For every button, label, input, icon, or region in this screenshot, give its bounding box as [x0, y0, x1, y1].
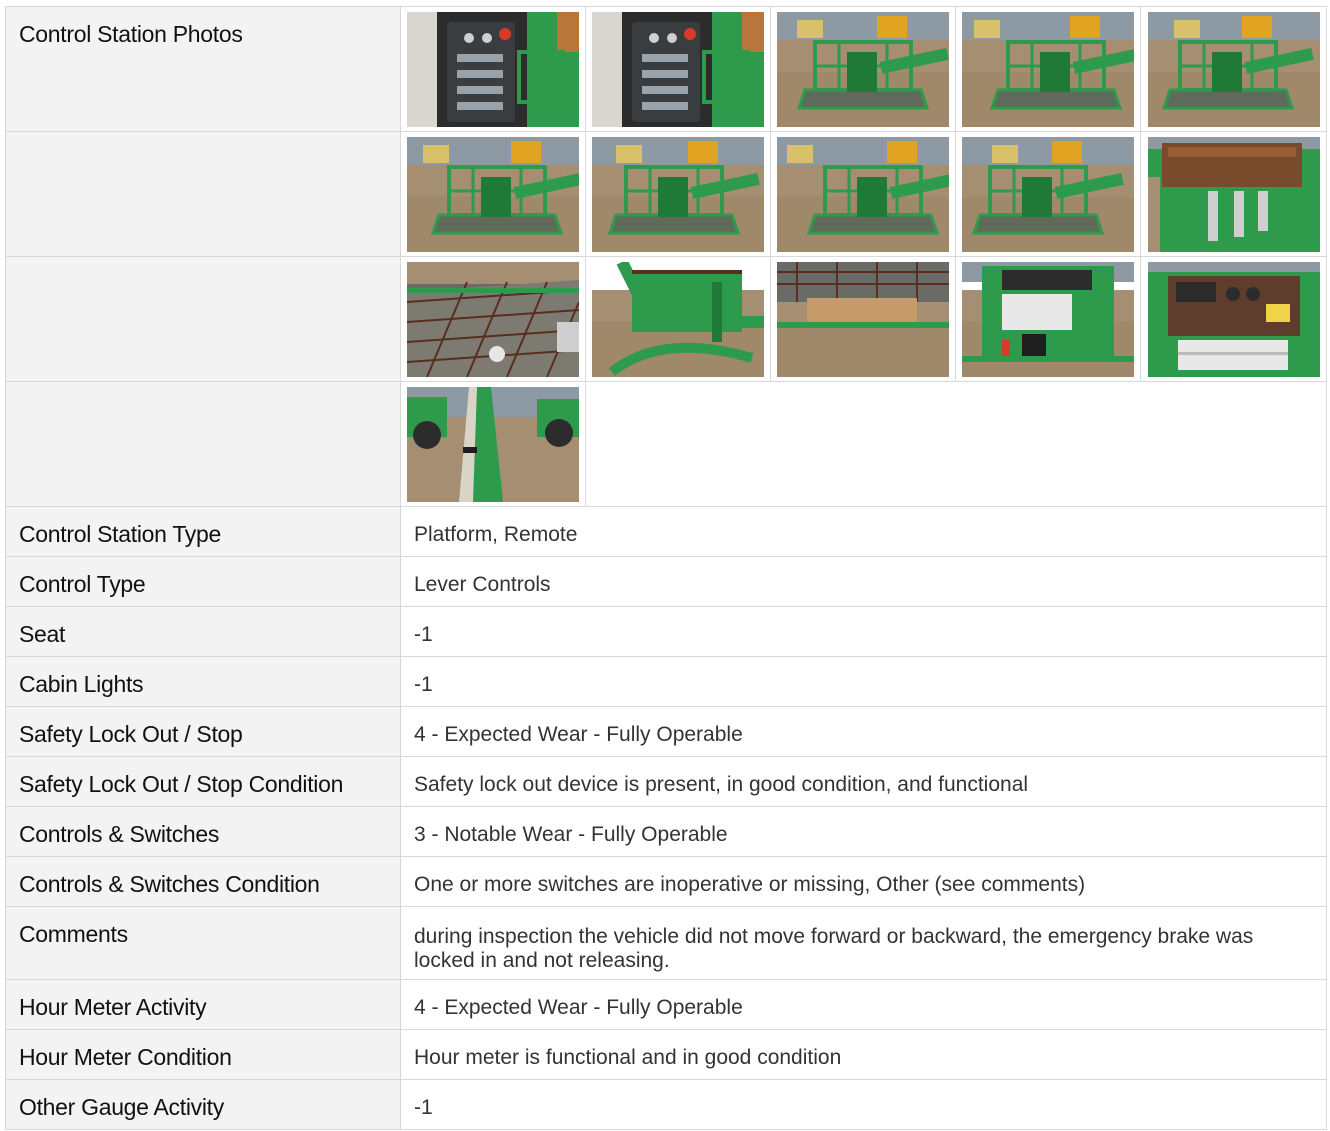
platform-basket-photo-icon	[962, 136, 1134, 252]
photo-thumbnail[interactable]	[771, 132, 956, 256]
photo-row-label	[5, 381, 401, 507]
field-value: Safety lock out device is present, in go…	[400, 756, 1327, 807]
control-panel-photo-icon	[407, 11, 579, 127]
field-label: Comments	[5, 906, 401, 980]
platform-floor-photo-icon	[407, 261, 579, 377]
field-row: Hour Meter Condition Hour meter is functi…	[5, 1029, 1327, 1080]
field-value: -1	[400, 656, 1327, 707]
boom-photo-icon	[407, 386, 579, 502]
field-row: Other Gauge Activity -1	[5, 1079, 1327, 1130]
control-panel-photo-icon	[1147, 261, 1320, 377]
photo-thumbnail[interactable]	[401, 382, 586, 506]
photo-row-label	[5, 131, 401, 257]
platform-floor-photo-icon	[777, 261, 949, 377]
photo-row: Control Station Photos	[5, 6, 1327, 132]
field-label: Hour Meter Activity	[5, 979, 401, 1030]
ground-control-photo-icon	[962, 261, 1134, 377]
control-panel-photo-icon	[592, 11, 764, 127]
field-value: One or more switches are inoperative or …	[400, 856, 1327, 907]
field-value: Hour meter is functional and in good con…	[400, 1029, 1327, 1080]
platform-basket-photo-icon	[592, 136, 764, 252]
photo-row	[5, 381, 1327, 507]
field-row: Controls & Switches Condition One or more…	[5, 856, 1327, 907]
field-value: during inspection the vehicle did not mo…	[400, 906, 1327, 980]
photo-thumbnail[interactable]	[771, 257, 956, 381]
photo-strip	[400, 381, 1327, 507]
field-value: 3 - Notable Wear - Fully Operable	[400, 806, 1327, 857]
platform-rail-photo-icon	[592, 261, 764, 377]
field-row: Cabin Lights -1	[5, 656, 1327, 707]
photo-thumbnail[interactable]	[956, 132, 1141, 256]
field-label: Controls & Switches Condition	[5, 856, 401, 907]
photo-strip	[400, 6, 1327, 132]
field-value: 4 - Expected Wear - Fully Operable	[400, 979, 1327, 1030]
field-label: Safety Lock Out / Stop	[5, 706, 401, 757]
field-label: Control Type	[5, 556, 401, 607]
field-label: Hour Meter Condition	[5, 1029, 401, 1080]
platform-basket-photo-icon	[962, 11, 1134, 127]
photo-thumbnail[interactable]	[1141, 7, 1326, 131]
field-row: Control Station Type Platform, Remote	[5, 506, 1327, 557]
photo-row	[5, 131, 1327, 257]
platform-basket-photo-icon	[407, 136, 579, 252]
photo-thumbnail[interactable]	[771, 7, 956, 131]
photo-strip	[400, 256, 1327, 382]
field-value: -1	[400, 606, 1327, 657]
field-row: Comments during inspection the vehicle di…	[5, 906, 1327, 980]
field-row: Safety Lock Out / Stop 4 - Expected Wear …	[5, 706, 1327, 757]
photo-thumbnail[interactable]	[586, 7, 771, 131]
field-label: Control Station Type	[5, 506, 401, 557]
field-row: Safety Lock Out / Stop Condition Safety l…	[5, 756, 1327, 807]
field-label: Safety Lock Out / Stop Condition	[5, 756, 401, 807]
field-row: Controls & Switches 3 - Notable Wear - Fu…	[5, 806, 1327, 857]
field-value: -1	[400, 1079, 1327, 1130]
photo-thumbnail[interactable]	[586, 132, 771, 256]
inspection-report: Control Station Photos Control Station Ty…	[0, 0, 1330, 1131]
platform-basket-photo-icon	[777, 11, 949, 127]
photo-row	[5, 256, 1327, 382]
field-value: Platform, Remote	[400, 506, 1327, 557]
field-row: Hour Meter Activity 4 - Expected Wear - F…	[5, 979, 1327, 1030]
photo-thumbnail[interactable]	[1141, 132, 1326, 256]
field-label: Other Gauge Activity	[5, 1079, 401, 1130]
field-value: 4 - Expected Wear - Fully Operable	[400, 706, 1327, 757]
photo-row-label	[5, 256, 401, 382]
photo-thumbnail[interactable]	[956, 7, 1141, 131]
photo-thumbnail[interactable]	[401, 7, 586, 131]
photo-thumbnail[interactable]	[586, 257, 771, 381]
photo-thumbnail[interactable]	[1141, 257, 1326, 381]
field-label: Controls & Switches	[5, 806, 401, 857]
field-label: Seat	[5, 606, 401, 657]
platform-basket-photo-icon	[777, 136, 949, 252]
field-row: Seat -1	[5, 606, 1327, 657]
field-row: Control Type Lever Controls	[5, 556, 1327, 607]
inspection-table: Control Station Photos Control Station Ty…	[5, 6, 1327, 1130]
photo-thumbnail[interactable]	[401, 257, 586, 381]
field-label: Cabin Lights	[5, 656, 401, 707]
photo-thumbnail[interactable]	[401, 132, 586, 256]
platform-basket-photo-icon	[1147, 11, 1320, 127]
photo-thumbnail[interactable]	[956, 257, 1141, 381]
control-box-photo-icon	[1147, 136, 1320, 252]
photo-row-label: Control Station Photos	[5, 6, 401, 132]
photo-strip	[400, 131, 1327, 257]
field-value: Lever Controls	[400, 556, 1327, 607]
